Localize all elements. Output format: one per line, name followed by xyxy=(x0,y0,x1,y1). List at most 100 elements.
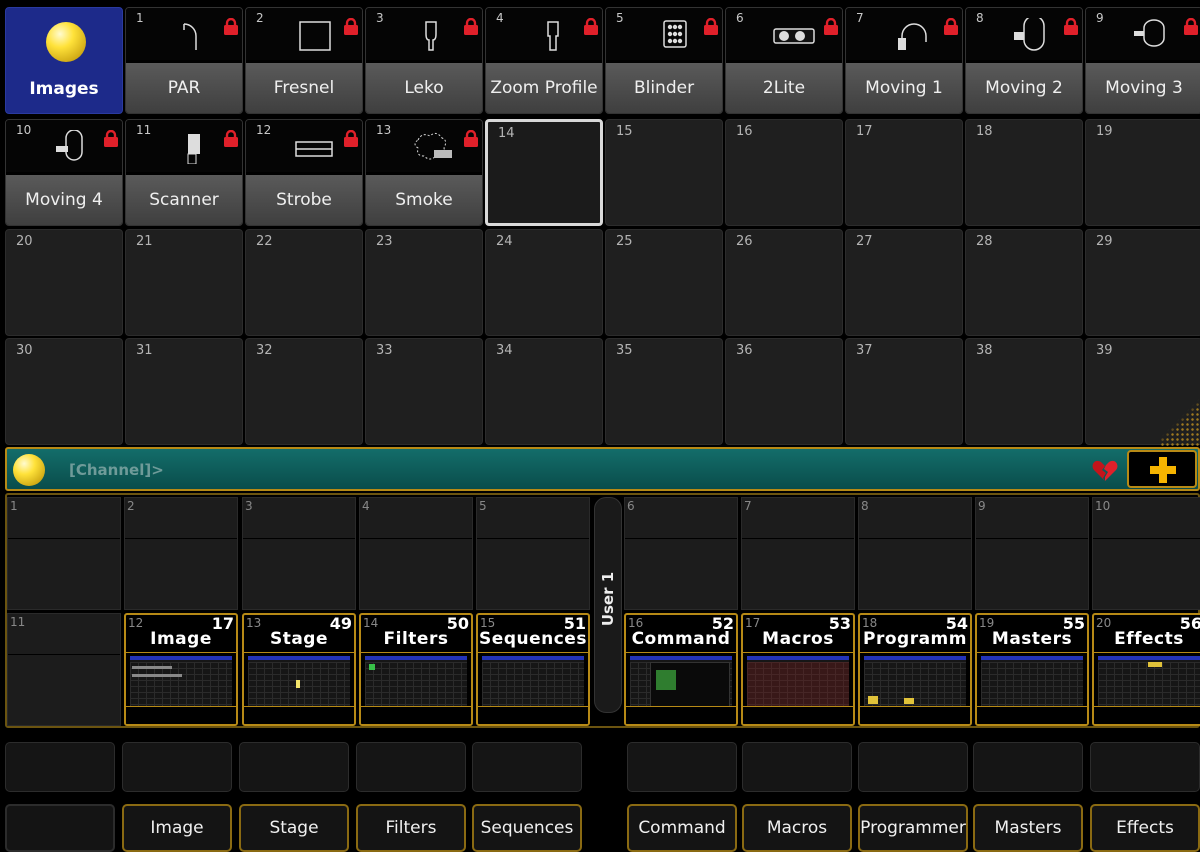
view-thumbnail xyxy=(981,656,1083,708)
view-button-filters[interactable]: 14 50 Filters xyxy=(359,613,473,726)
lock-icon xyxy=(224,130,238,147)
executor-slot[interactable] xyxy=(973,742,1083,792)
fixture-type-2lite[interactable]: 6 2Lite xyxy=(725,7,843,114)
executor-slot[interactable] xyxy=(356,742,466,792)
view-button-effects[interactable]: 20 56 Effects xyxy=(1092,613,1200,726)
view-key-effects[interactable]: Effects xyxy=(1090,804,1200,852)
fixture-type-blinder[interactable]: 5 Blinder xyxy=(605,7,723,114)
fixture-label: Moving 1 xyxy=(846,63,962,113)
fixture-type-smoke[interactable]: 13 Smoke xyxy=(365,119,483,226)
view-slot[interactable]: 5 xyxy=(476,497,590,610)
empty-slot[interactable]: 19 xyxy=(1085,119,1200,226)
executor-slot[interactable] xyxy=(858,742,968,792)
executor-slot[interactable] xyxy=(239,742,349,792)
empty-slot[interactable]: 26 xyxy=(725,229,843,336)
broken-heart-icon[interactable] xyxy=(1092,460,1118,482)
divider xyxy=(859,538,971,539)
empty-slot[interactable]: 21 xyxy=(125,229,243,336)
empty-slot[interactable]: 34 xyxy=(485,338,603,445)
fixture-type-zoom-profile[interactable]: 4 Zoom Profile xyxy=(485,7,603,114)
view-button-footer xyxy=(361,706,471,724)
executor-slot[interactable] xyxy=(472,742,582,792)
view-slot[interactable]: 9 xyxy=(975,497,1089,610)
view-button-macros[interactable]: 17 53 Macros xyxy=(741,613,855,726)
user-tab[interactable]: User 1 xyxy=(594,497,622,713)
fixture-type-moving-3[interactable]: 9 Moving 3 xyxy=(1085,7,1200,114)
view-key-sequences[interactable]: Sequences xyxy=(472,804,582,852)
empty-slot[interactable]: 29 xyxy=(1085,229,1200,336)
view-button-footer xyxy=(244,706,354,724)
view-slot[interactable]: 7 xyxy=(741,497,855,610)
empty-slot[interactable]: 23 xyxy=(365,229,483,336)
view-key-command[interactable]: Command xyxy=(627,804,737,852)
empty-slot[interactable]: 32 xyxy=(245,338,363,445)
view-slot[interactable]: 1 xyxy=(7,497,121,610)
executor-slot[interactable] xyxy=(1090,742,1200,792)
view-thumbnail xyxy=(365,656,467,708)
empty-slot[interactable]: 38 xyxy=(965,338,1083,445)
view-slot[interactable]: 10 xyxy=(1092,497,1200,610)
fixture-type-moving-2[interactable]: 8 Moving 2 xyxy=(965,7,1083,114)
empty-slot[interactable]: 16 xyxy=(725,119,843,226)
empty-slot[interactable]: 17 xyxy=(845,119,963,226)
fixture-type-strobe[interactable]: 12 Strobe xyxy=(245,119,363,226)
empty-slot[interactable]: 25 xyxy=(605,229,723,336)
slot-number: 9 xyxy=(1096,11,1104,25)
view-button-stage[interactable]: 13 49 Stage xyxy=(242,613,356,726)
empty-slot[interactable]: 35 xyxy=(605,338,723,445)
empty-slot[interactable]: 18 xyxy=(965,119,1083,226)
empty-slot[interactable]: 20 xyxy=(5,229,123,336)
command-line[interactable]: [Channel]> xyxy=(5,447,1200,491)
resize-grip[interactable] xyxy=(1160,397,1200,447)
view-button-image[interactable]: 12 17 Image xyxy=(124,613,238,726)
view-slot[interactable]: 8 xyxy=(858,497,972,610)
view-slot[interactable]: 4 xyxy=(359,497,473,610)
view-key-stage[interactable]: Stage xyxy=(239,804,349,852)
executor-slot[interactable] xyxy=(122,742,232,792)
add-button[interactable] xyxy=(1127,450,1197,488)
fixture-type-leko[interactable]: 3 Leko xyxy=(365,7,483,114)
view-slot[interactable]: 11 xyxy=(7,613,121,726)
view-slot[interactable]: 3 xyxy=(242,497,356,610)
view-button-command[interactable]: 16 52 Command xyxy=(624,613,738,726)
fixture-type-fresnel[interactable]: 2 Fresnel xyxy=(245,7,363,114)
fixture-type-scanner[interactable]: 11 Scanner xyxy=(125,119,243,226)
view-button-masters[interactable]: 19 55 Masters xyxy=(975,613,1089,726)
empty-slot[interactable]: 15 xyxy=(605,119,723,226)
executor-slot[interactable] xyxy=(627,742,737,792)
fixture-type-moving-4[interactable]: 10 Moving 4 xyxy=(5,119,123,226)
view-key-macros[interactable]: Macros xyxy=(742,804,852,852)
empty-slot[interactable]: 28 xyxy=(965,229,1083,336)
executor-slot[interactable] xyxy=(5,742,115,792)
executor-slot[interactable] xyxy=(742,742,852,792)
slot-number: 5 xyxy=(616,11,624,25)
view-key-programmer[interactable]: Programmer xyxy=(858,804,968,852)
view-button-footer xyxy=(478,706,588,724)
fixture-type-par[interactable]: 1 PAR xyxy=(125,7,243,114)
view-button-programm[interactable]: 18 54 Programm xyxy=(858,613,972,726)
fixture-icon xyxy=(56,130,83,161)
empty-slot[interactable]: 33 xyxy=(365,338,483,445)
fixture-label: Blinder xyxy=(606,63,722,113)
empty-slot[interactable]: 37 xyxy=(845,338,963,445)
selected-empty-slot[interactable]: 14 xyxy=(485,119,603,226)
images-pool-tile[interactable]: Images xyxy=(5,7,123,114)
empty-slot[interactable]: 31 xyxy=(125,338,243,445)
view-slot[interactable]: 2 xyxy=(124,497,238,610)
view-button-sequences[interactable]: 15 51 Sequences xyxy=(476,613,590,726)
fixture-label: Zoom Profile xyxy=(486,63,602,113)
empty-slot[interactable]: 27 xyxy=(845,229,963,336)
view-key-masters[interactable]: Masters xyxy=(973,804,1083,852)
fixture-icon xyxy=(299,21,331,51)
empty-slot[interactable]: 36 xyxy=(725,338,843,445)
view-thumbnail xyxy=(864,656,966,708)
view-key-image[interactable]: Image xyxy=(122,804,232,852)
empty-slot[interactable]: 24 xyxy=(485,229,603,336)
fixture-icon-area: 13 xyxy=(366,120,482,172)
fixture-type-moving-1[interactable]: 7 Moving 1 xyxy=(845,7,963,114)
empty-slot[interactable]: 30 xyxy=(5,338,123,445)
view-slot[interactable]: 6 xyxy=(624,497,738,610)
empty-slot[interactable]: 22 xyxy=(245,229,363,336)
view-key-filters[interactable]: Filters xyxy=(356,804,466,852)
empty-key[interactable] xyxy=(5,804,115,852)
